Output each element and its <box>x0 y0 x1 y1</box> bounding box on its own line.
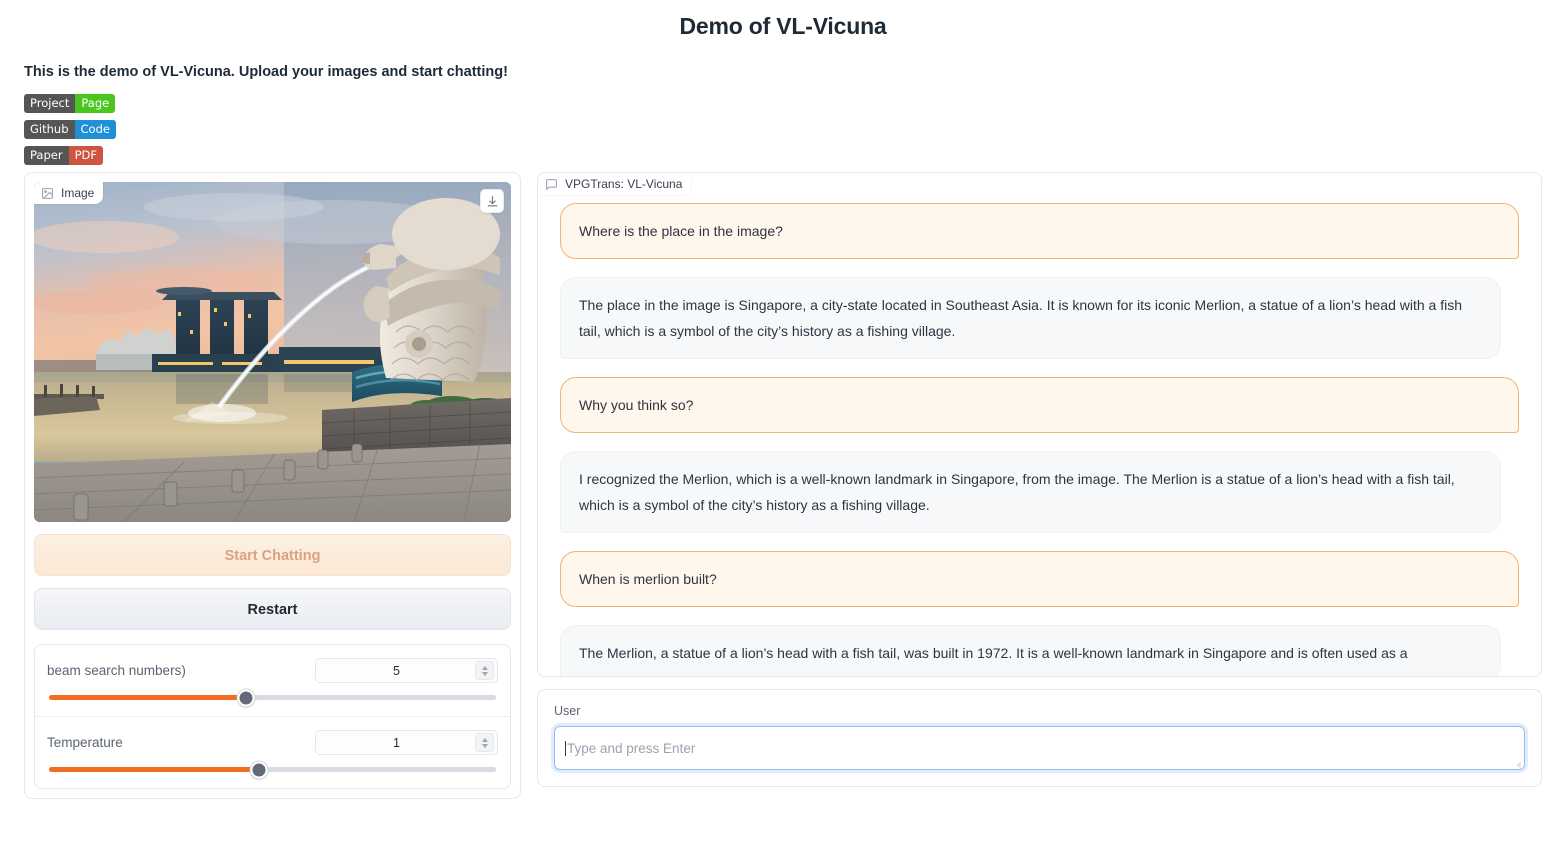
beam-search-value: 5 <box>393 663 400 678</box>
badge-github-code[interactable]: Github Code <box>24 120 116 139</box>
slider-label: beam search numbers) <box>47 663 186 678</box>
image-preview[interactable]: Image <box>34 182 511 522</box>
slider-label: Temperature <box>47 735 123 750</box>
badge-row: Paper PDF <box>24 146 1542 172</box>
stepper-down-icon[interactable] <box>481 743 488 748</box>
badge-paper-pdf[interactable]: Paper PDF <box>24 146 103 165</box>
slider-fill <box>49 767 260 772</box>
slider-header: beam search numbers) 5 <box>47 658 498 683</box>
temperature-slider[interactable] <box>49 761 496 778</box>
image-label-text: Image <box>61 186 95 200</box>
beam-search-stepper[interactable] <box>475 661 494 680</box>
badge-right-label: Page <box>75 94 116 113</box>
chat-message-user: When is merlion built? <box>560 551 1519 607</box>
start-chatting-button[interactable]: Start Chatting <box>34 534 511 576</box>
slider-thumb[interactable] <box>250 761 268 778</box>
user-input-field[interactable]: Type and press Enter <box>554 726 1525 770</box>
textarea-resize-handle[interactable] <box>1511 757 1521 767</box>
badge-left-label: Github <box>24 120 75 139</box>
slider-thumb[interactable] <box>237 689 255 706</box>
user-input-label: User <box>554 704 581 718</box>
main-layout: Image Start Chatting Restart beam search… <box>24 172 1542 799</box>
user-input-placeholder: Type and press Enter <box>567 740 696 756</box>
slider-header: Temperature 1 <box>47 730 498 755</box>
chat-message-bot: The Merlion, a statue of a lion’s head w… <box>560 625 1501 676</box>
stepper-up-icon[interactable] <box>481 665 488 670</box>
chatbot-panel: Where is the place in the image? The pla… <box>537 172 1542 677</box>
download-icon <box>487 195 497 206</box>
chat-message-list[interactable]: Where is the place in the image? The pla… <box>538 173 1541 676</box>
badge-project-page[interactable]: Project Page <box>24 94 116 113</box>
slider-temperature: Temperature 1 <box>35 716 510 788</box>
chat-panel-label: VPGTrans: VL-Vicuna <box>538 173 692 195</box>
text-caret <box>565 740 566 756</box>
temperature-number-input[interactable]: 1 <box>315 730 498 755</box>
generation-settings: beam search numbers) 5 Temperature 1 <box>34 644 511 789</box>
slider-beam-search: beam search numbers) 5 <box>35 645 510 716</box>
beam-search-number-input[interactable]: 5 <box>315 658 498 683</box>
chat-bubble-icon <box>546 178 557 190</box>
badge-row: Project Page <box>24 94 1542 120</box>
app-root: Demo of VL-Vicuna This is the demo of VL… <box>0 0 1566 844</box>
badge-left-label: Paper <box>24 146 69 165</box>
right-panel: Where is the place in the image? The pla… <box>537 172 1542 787</box>
chat-message-bot: I recognized the Merlion, which is a wel… <box>560 451 1501 533</box>
chat-label-text: VPGTrans: VL-Vicuna <box>565 177 683 191</box>
download-image-button[interactable] <box>480 189 504 213</box>
beam-search-slider[interactable] <box>49 689 496 706</box>
chat-message-user: Why you think so? <box>560 377 1519 433</box>
stepper-down-icon[interactable] <box>481 671 488 676</box>
badge-right-label: Code <box>74 120 116 139</box>
image-icon <box>42 187 53 199</box>
temperature-value: 1 <box>393 735 400 750</box>
restart-button[interactable]: Restart <box>34 588 511 630</box>
left-panel: Image Start Chatting Restart beam search… <box>24 172 521 799</box>
user-input-panel: User Type and press Enter <box>537 689 1542 787</box>
badge-row: Github Code <box>24 120 1542 146</box>
slider-fill <box>49 695 246 700</box>
badge-left-label: Project <box>24 94 76 113</box>
page-subtitle: This is the demo of VL-Vicuna. Upload yo… <box>24 64 508 80</box>
temperature-stepper[interactable] <box>475 733 494 752</box>
stepper-up-icon[interactable] <box>481 737 488 742</box>
image-panel-label: Image <box>34 182 104 204</box>
chat-message-user: Where is the place in the image? <box>560 203 1519 259</box>
chat-message-bot: The place in the image is Singapore, a c… <box>560 277 1501 359</box>
badge-list: Project Page Github Code Paper PDF <box>24 94 1542 172</box>
merlion-photo <box>34 182 511 522</box>
badge-right-label: PDF <box>68 146 103 165</box>
page-title: Demo of VL-Vicuna <box>679 13 887 39</box>
